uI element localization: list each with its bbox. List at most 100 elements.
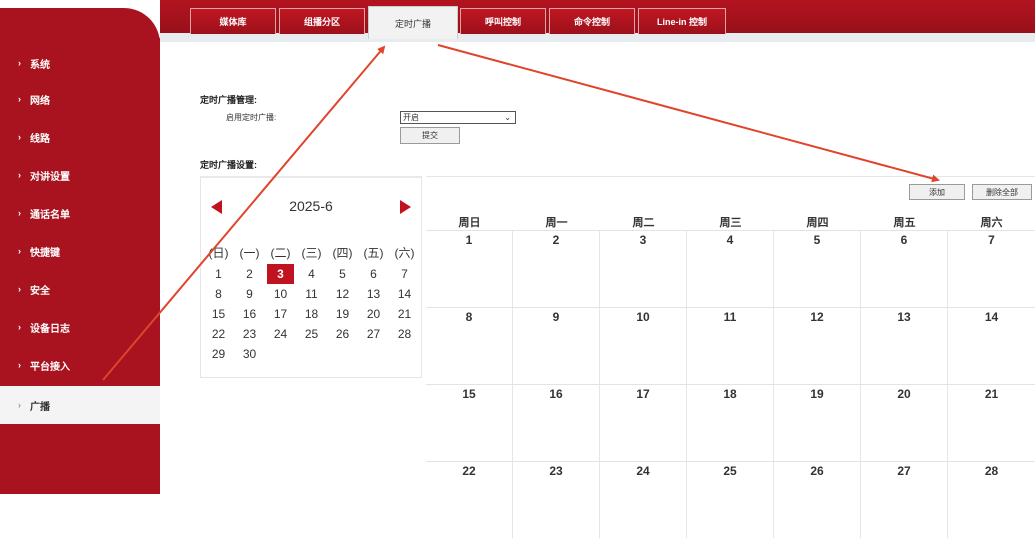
calendar-day-cell[interactable]: 5 (774, 231, 861, 307)
mini-calendar-title: 2025-6 (289, 198, 333, 214)
calendar-day-cell[interactable]: 12 (774, 308, 861, 384)
calendar-day-cell[interactable]: 4 (687, 231, 774, 307)
calendar-day-cell[interactable]: 22 (426, 462, 513, 538)
calendar-day-cell[interactable]: 28 (948, 462, 1035, 538)
calendar-day-cell[interactable]: 27 (861, 462, 948, 538)
calendar-day-cell[interactable]: 2 (513, 231, 600, 307)
chevron-right-icon: › (18, 284, 21, 294)
chevron-right-icon: › (18, 170, 21, 180)
sidebar-item-label: 对讲设置 (30, 171, 70, 183)
add-button[interactable]: 添加 (909, 184, 965, 200)
sidebar-item-platform[interactable]: › 平台接入 (0, 346, 160, 384)
tab-command-control[interactable]: 命令控制 (549, 8, 635, 34)
sidebar-item-call-list[interactable]: › 通话名单 (0, 194, 160, 232)
tab-line-in-control[interactable]: Line-in 控制 (638, 8, 726, 34)
sidebar-item-hotkey[interactable]: › 快捷键 (0, 232, 160, 270)
mini-day[interactable]: 13 (358, 284, 389, 304)
calendar-day-cell[interactable]: 3 (600, 231, 687, 307)
calendar-day-cell[interactable]: 6 (861, 231, 948, 307)
mini-day[interactable]: 30 (234, 344, 265, 364)
calendar-grid: 1 2 3 4 5 6 7 8 9 10 11 12 13 14 15 16 17 18 19 20 21 22 23 24 2… (426, 230, 1035, 538)
calendar-day-cell[interactable]: 25 (687, 462, 774, 538)
sidebar-item-system[interactable]: › 系统 (0, 44, 160, 82)
mini-day[interactable]: 26 (327, 324, 358, 344)
calendar-day-cell[interactable]: 1 (426, 231, 513, 307)
sidebar-item-security[interactable]: › 安全 (0, 270, 160, 308)
calendar-week-row: 22 23 24 25 26 27 28 (426, 461, 1035, 538)
mini-day[interactable]: 20 (358, 304, 389, 324)
tab-multicast-zone[interactable]: 组播分区 (279, 8, 365, 34)
mini-day[interactable]: 17 (265, 304, 296, 324)
sidebar-item-label: 广播 (30, 401, 50, 413)
calendar-day-cell[interactable]: 26 (774, 462, 861, 538)
calendar-day-cell[interactable]: 11 (687, 308, 774, 384)
mini-day[interactable]: 23 (234, 324, 265, 344)
weekday-header: 周四 (806, 217, 829, 229)
mini-day[interactable]: 25 (296, 324, 327, 344)
sidebar-item-device-log[interactable]: › 设备日志 (0, 308, 160, 346)
chevron-right-icon: › (18, 322, 21, 332)
calendar-day-cell[interactable]: 8 (426, 308, 513, 384)
calendar-day-cell[interactable]: 21 (948, 385, 1035, 461)
mini-day[interactable]: 7 (389, 264, 420, 284)
mini-day[interactable]: 8 (203, 284, 234, 304)
mini-day[interactable]: 10 (265, 284, 296, 304)
mini-day[interactable]: 21 (389, 304, 420, 324)
mini-day[interactable]: 29 (203, 344, 234, 364)
tab-scheduled-broadcast[interactable]: 定时广播 (368, 6, 458, 39)
mini-weekday: (六) (394, 246, 415, 260)
mini-day[interactable]: 11 (296, 284, 327, 304)
mini-day[interactable]: 6 (358, 264, 389, 284)
mini-day[interactable]: 28 (389, 324, 420, 344)
mini-day[interactable]: 15 (203, 304, 234, 324)
next-month-icon[interactable] (400, 200, 411, 214)
mini-day[interactable]: 4 (296, 264, 327, 284)
sidebar-item-broadcast[interactable]: › 广播 (0, 386, 160, 424)
mini-day[interactable]: 2 (234, 264, 265, 284)
mini-weekday: (二) (270, 246, 291, 260)
calendar-day-cell[interactable]: 13 (861, 308, 948, 384)
mini-day[interactable]: 9 (234, 284, 265, 304)
delete-all-button[interactable]: 删除全部 (972, 184, 1032, 200)
calendar-day-cell[interactable]: 15 (426, 385, 513, 461)
weekday-header: 周六 (980, 217, 1003, 229)
mini-weekday: (一) (239, 246, 260, 260)
mini-day[interactable]: 16 (234, 304, 265, 324)
mini-day[interactable]: 12 (327, 284, 358, 304)
enable-select[interactable]: 开启 ⌄ (400, 111, 516, 124)
chevron-right-icon: › (18, 58, 21, 68)
mini-day[interactable]: 1 (203, 264, 234, 284)
calendar-day-cell[interactable]: 14 (948, 308, 1035, 384)
sidebar-item-label: 平台接入 (30, 361, 70, 373)
mini-day[interactable]: 14 (389, 284, 420, 304)
sidebar-item-line[interactable]: › 线路 (0, 118, 160, 156)
submit-button[interactable]: 提交 (400, 127, 460, 144)
mini-day[interactable]: 5 (327, 264, 358, 284)
mini-day[interactable]: 24 (265, 324, 296, 344)
calendar-day-cell[interactable]: 17 (600, 385, 687, 461)
calendar-day-cell[interactable]: 18 (687, 385, 774, 461)
mini-weekday: (四) (332, 246, 353, 260)
mini-day[interactable]: 22 (203, 324, 234, 344)
calendar-day-cell[interactable]: 24 (600, 462, 687, 538)
calendar-day-cell[interactable]: 9 (513, 308, 600, 384)
tab-media-library[interactable]: 媒体库 (190, 8, 276, 34)
mini-day[interactable]: 18 (296, 304, 327, 324)
mini-weekday: (五) (363, 246, 384, 260)
tab-call-control[interactable]: 呼叫控制 (460, 8, 546, 34)
mini-day[interactable]: 19 (327, 304, 358, 324)
calendar-day-cell[interactable]: 10 (600, 308, 687, 384)
calendar-day-cell[interactable]: 16 (513, 385, 600, 461)
mini-day-today[interactable]: 3 (267, 264, 294, 284)
enable-select-value: 开启 (403, 113, 419, 122)
calendar-day-cell[interactable]: 20 (861, 385, 948, 461)
mini-day[interactable]: 27 (358, 324, 389, 344)
calendar-day-cell[interactable]: 23 (513, 462, 600, 538)
calendar-day-cell[interactable]: 7 (948, 231, 1035, 307)
mini-calendar-header: 2025-6 (201, 196, 421, 220)
sidebar-item-network[interactable]: › 网络 (0, 80, 160, 118)
calendar-day-cell[interactable]: 19 (774, 385, 861, 461)
sidebar-item-intercom[interactable]: › 对讲设置 (0, 156, 160, 194)
sidebar: › 系统 › 网络 › 线路 › 对讲设置 › 通话名单 › 快捷键 › 安全 › 设备日志 ›… (0, 0, 160, 494)
mini-weekday: (日) (208, 246, 229, 260)
